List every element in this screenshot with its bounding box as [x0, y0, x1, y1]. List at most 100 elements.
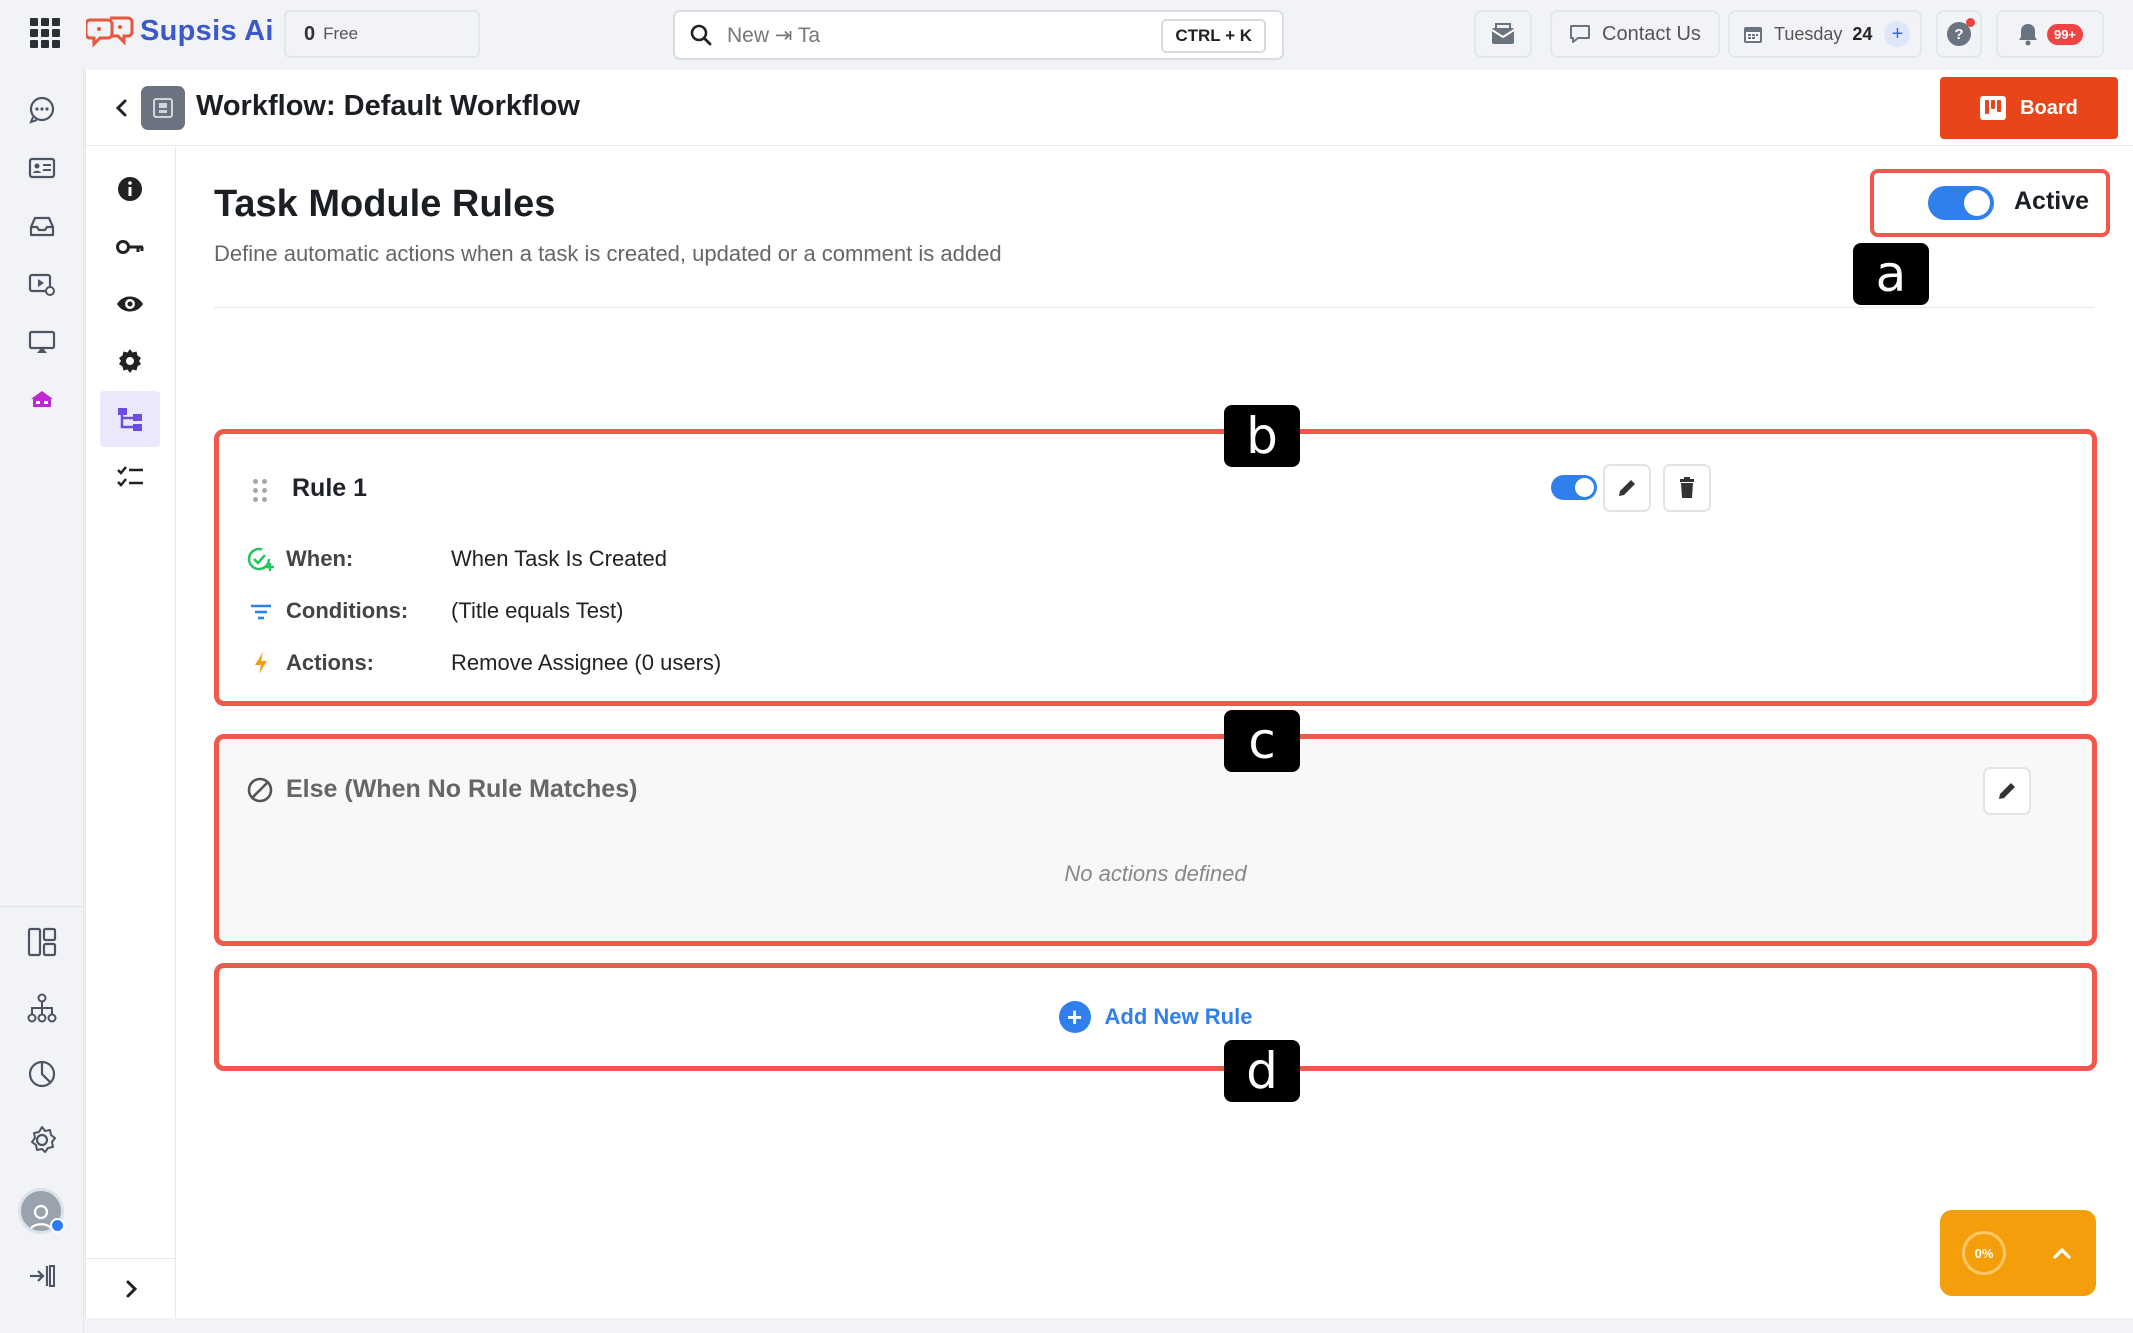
credits-label: Free	[323, 24, 359, 43]
plus-circle-icon: +	[1058, 1001, 1091, 1033]
date-weekday: Tuesday	[1774, 23, 1843, 44]
prohibited-icon	[247, 777, 273, 802]
rail-divider	[0, 906, 84, 907]
contact-us-button[interactable]: Contact Us	[1550, 10, 1720, 58]
else-title: Else (When No Rule Matches)	[286, 775, 638, 803]
add-new-rule-label: Add New Rule	[1104, 1004, 1253, 1029]
subnav-checklist[interactable]	[100, 449, 160, 505]
help-button[interactable]: ?	[1936, 10, 1982, 58]
edit-else-button[interactable]	[1983, 767, 2031, 815]
chat-icon	[29, 96, 55, 124]
rail-chat[interactable]	[22, 90, 62, 130]
marker-c: c	[1224, 710, 1300, 772]
board-button-label: Board	[2020, 96, 2078, 119]
rail-collapse[interactable]	[22, 1256, 62, 1296]
filter-icon	[246, 596, 276, 626]
rail-settings[interactable]	[22, 1120, 62, 1160]
conditions-label: Conditions:	[286, 598, 409, 623]
add-event-icon[interactable]: +	[1884, 21, 1911, 47]
id-card-icon	[28, 157, 56, 179]
rail-home[interactable]	[22, 380, 62, 420]
video-settings-icon	[28, 273, 55, 296]
active-label: Active	[2014, 187, 2090, 215]
rail-contacts[interactable]	[22, 148, 62, 188]
rail-inbox[interactable]	[22, 206, 62, 246]
info-icon	[118, 177, 142, 201]
apps-grid-icon[interactable]	[30, 18, 60, 48]
online-status-dot	[50, 1218, 65, 1233]
notifications-button[interactable]: 99+	[1996, 10, 2104, 58]
subnav-rules[interactable]	[100, 391, 160, 447]
chat-bubble-icon	[1570, 25, 1590, 43]
subnav-info[interactable]	[100, 161, 160, 217]
back-button[interactable]	[108, 94, 136, 122]
pie-chart-icon	[28, 1060, 56, 1088]
search-bar[interactable]: CTRL + K	[673, 10, 1284, 60]
rail-reports[interactable]	[22, 1054, 62, 1094]
notifications-badge: 99+	[2046, 23, 2084, 45]
panel-header: Workflow: Default Workflow Board	[86, 70, 2133, 146]
conditions-value: (Title equals Test)	[451, 598, 624, 623]
search-input[interactable]	[727, 23, 1147, 47]
key-icon	[116, 240, 144, 254]
archive-icon	[29, 216, 55, 237]
progress-value: 0%	[1962, 1231, 2006, 1275]
brand-logo[interactable]: Supsis Ai	[86, 14, 274, 48]
rules-content: Task Module Rules Define automatic actio…	[177, 147, 2133, 1318]
bell-icon	[2018, 24, 2037, 46]
else-card[interactable]: Else (When No Rule Matches) No actions d…	[214, 734, 2097, 946]
drag-handle-icon[interactable]	[253, 479, 267, 502]
actions-value: Remove Assignee (0 users)	[451, 650, 722, 675]
else-title-group: Else (When No Rule Matches)	[246, 775, 637, 804]
chevron-right-icon	[126, 1280, 138, 1297]
workflow-panel: Workflow: Default Workflow Board Task Mo	[85, 70, 2133, 1318]
top-bar: Supsis Ai 0 Free CTRL + K Contact Us Tue…	[0, 0, 2133, 68]
rule-actions-row: Actions: Remove Assignee (0 users)	[246, 648, 721, 678]
credits-value: 0	[304, 22, 316, 45]
inbox-button[interactable]	[1474, 10, 1532, 58]
marker-d: d	[1224, 1040, 1300, 1102]
active-toggle[interactable]	[1928, 186, 1994, 220]
brand-name: Supsis Ai	[140, 14, 274, 47]
help-icon: ?	[1947, 18, 1975, 46]
active-toggle-group: Active	[1870, 169, 2110, 237]
board-button[interactable]: Board	[1940, 77, 2118, 139]
check-plus-icon	[246, 544, 276, 574]
hierarchy-icon	[27, 993, 57, 1023]
logo-icon	[86, 16, 134, 48]
marker-b: b	[1224, 405, 1300, 467]
rule-conditions-row: Conditions: (Title equals Test)	[246, 596, 623, 626]
lightning-icon	[246, 648, 276, 678]
rule-card[interactable]: Rule 1 When: When Task Is Created Condit…	[214, 429, 2097, 706]
rule-enabled-toggle[interactable]	[1551, 475, 1597, 500]
workflow-subnav	[86, 147, 176, 1318]
subnav-visibility[interactable]	[100, 276, 160, 332]
rail-screen[interactable]	[22, 322, 62, 362]
calendar-icon	[1744, 27, 1762, 43]
kanban-icon	[1980, 96, 2007, 120]
flow-tree-icon	[118, 408, 142, 431]
rail-dashboard[interactable]	[22, 922, 62, 962]
progress-widget[interactable]: 0%	[1940, 1210, 2096, 1296]
credits-box[interactable]: 0 Free	[284, 10, 480, 58]
delete-rule-button[interactable]	[1663, 464, 1711, 512]
rule-when-row: When: When Task Is Created	[246, 544, 667, 574]
home-store-icon	[31, 391, 53, 407]
edit-rule-button[interactable]	[1603, 464, 1651, 512]
add-new-rule-button[interactable]: + Add New Rule	[214, 963, 2097, 1071]
subnav-settings[interactable]	[100, 333, 160, 389]
actions-label: Actions:	[286, 650, 374, 675]
date-widget[interactable]: Tuesday 24 +	[1728, 10, 1922, 58]
settings-gear-icon	[119, 349, 141, 373]
checklist-icon	[117, 466, 143, 487]
chevron-up-icon[interactable]	[2050, 1241, 2074, 1265]
gear-icon	[31, 1126, 56, 1153]
help-alert-dot	[1966, 18, 1975, 27]
subnav-expand-button[interactable]	[86, 1258, 176, 1318]
pencil-icon	[1619, 480, 1635, 496]
left-rail	[0, 68, 84, 1333]
rail-org-chart[interactable]	[22, 988, 62, 1028]
rail-media-settings[interactable]	[22, 264, 62, 304]
workflow-icon	[141, 86, 185, 130]
subnav-permissions[interactable]	[100, 219, 160, 275]
